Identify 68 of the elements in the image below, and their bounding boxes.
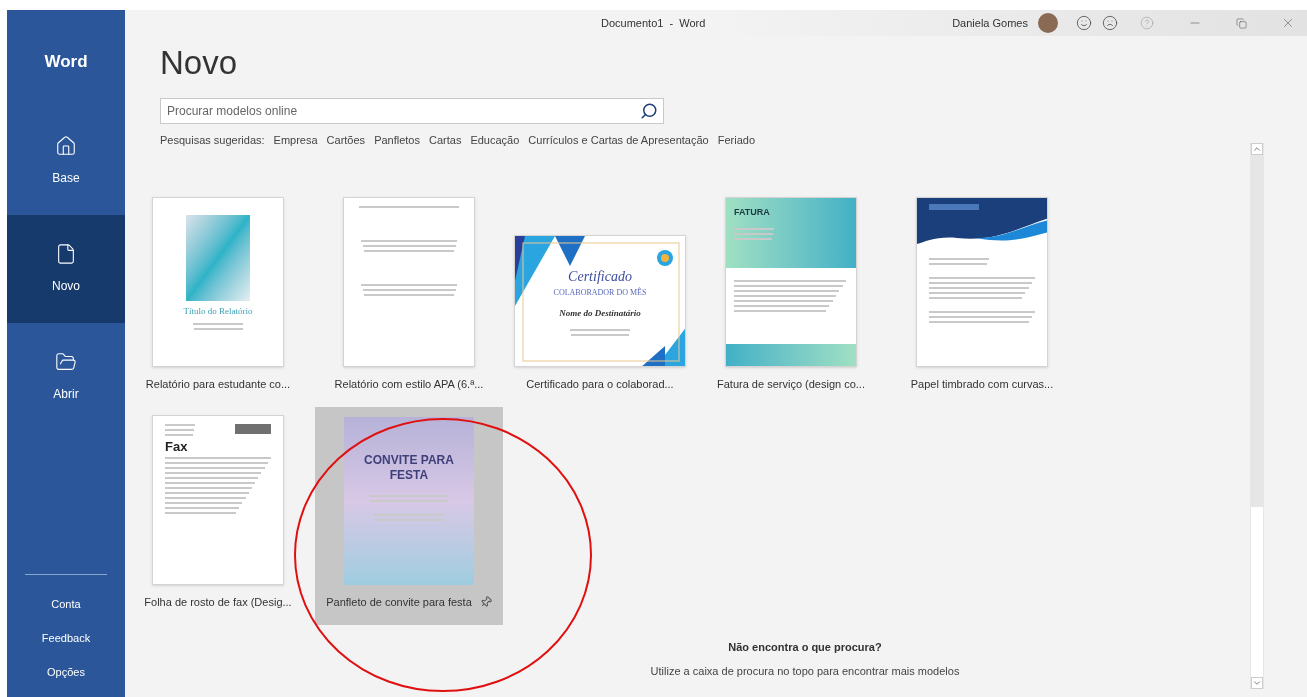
- sidebar-link[interactable]: Opções: [7, 655, 125, 689]
- frown-icon[interactable]: [1102, 15, 1118, 31]
- scroll-up-icon[interactable]: [1251, 143, 1263, 155]
- suggested-search-link[interactable]: Cartas: [429, 132, 462, 149]
- preview-title: Título do Relatório: [183, 305, 253, 318]
- template-tile[interactable]: Título do Relatório Relatório para estudante co...: [124, 188, 312, 407]
- suggested-search-link[interactable]: Cartões: [326, 132, 366, 149]
- suggested-search-link[interactable]: Panfletos: [374, 132, 420, 149]
- text-lines-drawing: [374, 514, 444, 521]
- smile-icon[interactable]: [1076, 15, 1092, 31]
- preview-title: Fax: [165, 440, 189, 453]
- window-title: Documento1 - Word: [601, 15, 706, 31]
- sidebar-link[interactable]: Feedback: [7, 621, 125, 655]
- suggested-search-link[interactable]: Feriado: [717, 132, 755, 149]
- template-label: Relatório para estudante co...: [145, 377, 291, 392]
- template-label: Panfleto de convite para festa: [326, 595, 472, 610]
- text-lines-drawing: [193, 322, 243, 330]
- template-tile[interactable]: FATURA Fatura de serviço (design co...: [697, 188, 885, 407]
- scroll-down-icon[interactable]: [1251, 677, 1263, 689]
- suggested-search-link[interactable]: Currículos e Cartas de Apresentação: [528, 132, 709, 149]
- folder-icon: [55, 350, 77, 373]
- scroll-thumb[interactable]: [1251, 507, 1263, 677]
- text-lines-drawing: [570, 328, 630, 336]
- sidebar-item[interactable]: Novo: [7, 214, 125, 323]
- template-preview[interactable]: Fax: [152, 415, 284, 585]
- search-field[interactable]: Procurar modelos online: [160, 98, 664, 124]
- template-preview[interactable]: [916, 197, 1048, 367]
- suggested-searches-label: Pesquisas sugeridas:: [160, 133, 265, 148]
- text-lines-drawing: [734, 227, 774, 240]
- restore-icon[interactable]: [1236, 17, 1247, 29]
- search-icon[interactable]: [640, 102, 658, 120]
- preview-title: CONVITE PARA FESTA: [363, 453, 455, 483]
- text-lines-drawing: [929, 258, 989, 265]
- header-block: [235, 424, 271, 434]
- preview-text: Certificado: [568, 268, 632, 287]
- template-preview[interactable]: CONVITE PARA FESTA: [344, 417, 474, 585]
- page-heading: Novo: [160, 46, 239, 79]
- home-icon: [55, 134, 77, 157]
- template-label: Papel timbrado com curvas...: [910, 377, 1054, 392]
- app-name: Word: [43, 51, 89, 73]
- sidebar-item[interactable]: Abrir: [7, 322, 125, 431]
- preview-title: FATURA: [734, 206, 771, 219]
- template-preview[interactable]: FATURA: [725, 197, 857, 367]
- suggested-search-link[interactable]: Educação: [470, 132, 520, 149]
- close-icon[interactable]: [1281, 16, 1295, 30]
- preview-text: Nome do Destinatário: [559, 307, 641, 321]
- template-label: Fatura de serviço (design co...: [717, 377, 865, 392]
- text-lines-drawing: [165, 424, 195, 436]
- template-tile[interactable]: Fax Folha de rosto de fax (Desig...: [124, 406, 312, 625]
- template-label: Certificado para o colaborad...: [526, 377, 674, 392]
- template-tile[interactable]: Certificado COLABORADOR DO MÊS Nome do Destinatário Certificado para o colaborad...: [506, 188, 694, 407]
- suggested-search-link[interactable]: Empresa: [273, 132, 318, 149]
- user-name[interactable]: Daniela Gomes: [952, 14, 1028, 32]
- preview-text: COLABORADOR DO MÊS: [553, 287, 647, 300]
- template-preview[interactable]: Certificado COLABORADOR DO MÊS Nome do Destinatário: [514, 235, 686, 367]
- scrollbar[interactable]: [1250, 143, 1264, 689]
- template-tile[interactable]: CONVITE PARA FESTA Panfleto de convite para festa: [315, 406, 503, 625]
- template-label: Relatório com estilo APA (6.ª...: [334, 377, 484, 392]
- avatar[interactable]: [1038, 13, 1058, 33]
- sidebar-link[interactable]: Conta: [7, 587, 125, 621]
- help-icon[interactable]: [1140, 16, 1154, 30]
- sidebar-item[interactable]: Base: [7, 106, 125, 215]
- document-icon: [55, 242, 77, 265]
- footer-title: Não encontra o que procura?: [728, 639, 882, 655]
- template-label: Folha de rosto de fax (Desig...: [144, 595, 292, 610]
- footer-hint: Utilize a caixa de procura no topo para encontrar mais modelos: [650, 664, 960, 679]
- template-tile[interactable]: Relatório com estilo APA (6.ª...: [315, 188, 503, 407]
- template-tile[interactable]: Papel timbrado com curvas...: [888, 188, 1076, 407]
